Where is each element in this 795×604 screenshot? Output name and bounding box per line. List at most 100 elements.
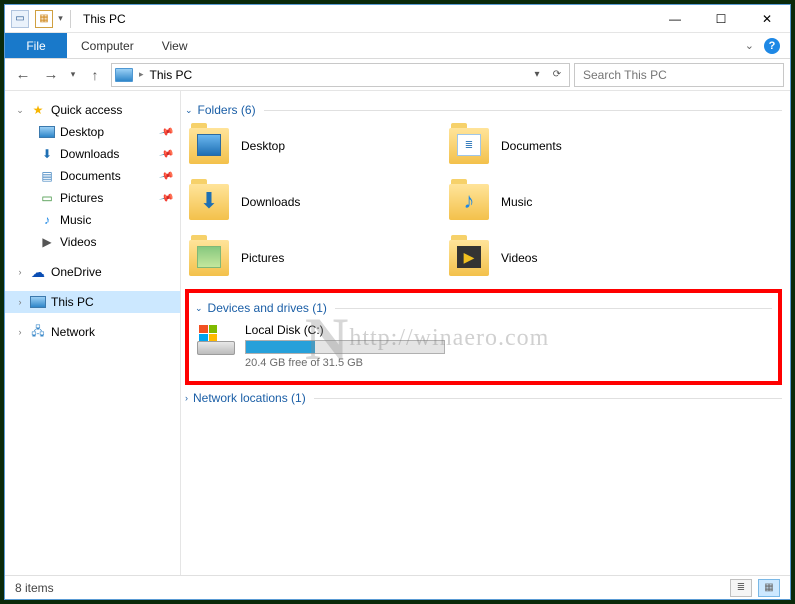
sidebar-item-label: OneDrive bbox=[51, 265, 102, 279]
status-bar: 8 items ≣ ▦ bbox=[5, 575, 790, 599]
tiles-view-button[interactable]: ▦ bbox=[758, 579, 780, 597]
qat-dropdown-icon[interactable]: ▾ bbox=[57, 15, 64, 22]
sidebar-network[interactable]: › 🖧 Network bbox=[5, 321, 180, 343]
sidebar-item-downloads[interactable]: ⬇ Downloads 📌 bbox=[5, 143, 180, 165]
folder-icon bbox=[189, 128, 229, 164]
chevron-down-icon: ⌄ bbox=[185, 105, 193, 116]
folder-music[interactable]: ♪ Music bbox=[449, 181, 699, 223]
drive-local-disk-c[interactable]: Local Disk (C:) 20.4 GB free of 31.5 GB bbox=[197, 323, 770, 369]
folder-label: Videos bbox=[501, 251, 537, 265]
address-dropdown-icon[interactable]: ▾ bbox=[528, 66, 546, 84]
drive-icon bbox=[197, 323, 235, 355]
search-input[interactable] bbox=[581, 67, 777, 83]
sidebar-item-label: Videos bbox=[60, 235, 96, 249]
sidebar-item-label: Pictures bbox=[60, 191, 103, 205]
folder-pictures[interactable]: Pictures bbox=[189, 237, 439, 279]
this-pc-icon bbox=[30, 296, 46, 308]
windows-logo-icon bbox=[199, 325, 217, 341]
refresh-icon[interactable]: ⟳ bbox=[548, 66, 566, 84]
folder-icon: ♪ bbox=[449, 184, 489, 220]
ribbon: File Computer View ⌄ ? bbox=[5, 33, 790, 59]
this-pc-icon bbox=[115, 68, 133, 82]
up-button[interactable]: ↑ bbox=[83, 63, 107, 87]
minimize-button[interactable]: — bbox=[652, 5, 698, 33]
folder-label: Music bbox=[501, 195, 532, 209]
content-pane: ⌄ Folders (6) Desktop ≣ Documents ⬇ bbox=[181, 91, 790, 575]
group-header-drives[interactable]: ⌄ Devices and drives (1) bbox=[195, 301, 772, 315]
chevron-down-icon: ⌄ bbox=[195, 303, 203, 314]
pin-icon: 📌 bbox=[158, 146, 174, 162]
maximize-button[interactable]: ☐ bbox=[698, 5, 744, 33]
folder-videos[interactable]: ▶ Videos bbox=[449, 237, 699, 279]
sidebar-quick-access[interactable]: ⌄ ★ Quick access bbox=[5, 99, 180, 121]
sidebar-this-pc[interactable]: › This PC bbox=[5, 291, 180, 313]
folder-icon: ⬇ bbox=[189, 184, 229, 220]
collapse-ribbon-icon[interactable]: ⌄ bbox=[745, 39, 754, 52]
folder-label: Pictures bbox=[241, 251, 284, 265]
sidebar-item-music[interactable]: ♪ Music bbox=[5, 209, 180, 231]
address-bar[interactable]: ▸ This PC ▾ ⟳ bbox=[111, 63, 570, 87]
network-icon: 🖧 bbox=[30, 324, 46, 340]
chevron-right-icon: › bbox=[185, 393, 188, 403]
sidebar-item-label: Quick access bbox=[51, 103, 122, 117]
group-title: Network locations (1) bbox=[193, 391, 306, 405]
folder-documents[interactable]: ≣ Documents bbox=[449, 125, 699, 167]
sidebar-item-label: Documents bbox=[60, 169, 121, 183]
sidebar-item-documents[interactable]: ▤ Documents 📌 bbox=[5, 165, 180, 187]
properties-icon[interactable]: ▭ bbox=[11, 10, 29, 28]
sidebar-onedrive[interactable]: › ☁ OneDrive bbox=[5, 261, 180, 283]
group-header-folders[interactable]: ⌄ Folders (6) bbox=[185, 103, 782, 117]
folder-label: Documents bbox=[501, 139, 562, 153]
breadcrumb[interactable]: This PC bbox=[150, 68, 193, 82]
body: ⌄ ★ Quick access Desktop 📌 ⬇ Downloads 📌… bbox=[5, 91, 790, 575]
help-icon[interactable]: ? bbox=[764, 38, 780, 54]
chevron-right-icon[interactable]: › bbox=[15, 267, 25, 277]
navigation-pane: ⌄ ★ Quick access Desktop 📌 ⬇ Downloads 📌… bbox=[5, 91, 181, 575]
folder-icon: ▶ bbox=[449, 240, 489, 276]
drive-free-text: 20.4 GB free of 31.5 GB bbox=[245, 357, 770, 369]
download-icon: ⬇ bbox=[39, 146, 55, 162]
chevron-right-icon[interactable]: › bbox=[15, 327, 25, 337]
file-tab[interactable]: File bbox=[5, 33, 67, 58]
folder-downloads[interactable]: ⬇ Downloads bbox=[189, 181, 439, 223]
folder-label: Desktop bbox=[241, 139, 285, 153]
chevron-right-icon[interactable]: › bbox=[15, 297, 25, 307]
group-title: Devices and drives (1) bbox=[208, 301, 327, 315]
picture-icon: ▭ bbox=[39, 190, 55, 206]
sidebar-item-desktop[interactable]: Desktop 📌 bbox=[5, 121, 180, 143]
chevron-down-icon[interactable]: ⌄ bbox=[15, 105, 25, 116]
capacity-bar bbox=[245, 340, 445, 354]
pin-icon: 📌 bbox=[158, 124, 174, 140]
window-controls: — ☐ ✕ bbox=[652, 5, 790, 33]
item-count: 8 items bbox=[15, 581, 54, 595]
folder-desktop[interactable]: Desktop bbox=[189, 125, 439, 167]
new-folder-icon[interactable]: ▦ bbox=[35, 10, 53, 28]
titlebar: ▭ ▦ ▾ This PC — ☐ ✕ bbox=[5, 5, 790, 33]
quick-access-toolbar: ▭ ▦ ▾ bbox=[11, 10, 71, 28]
group-header-network[interactable]: › Network locations (1) bbox=[185, 391, 782, 405]
sidebar-item-label: Network bbox=[51, 325, 95, 339]
document-icon: ▤ bbox=[39, 168, 55, 184]
breadcrumb-sep-icon: ▸ bbox=[139, 69, 144, 80]
sidebar-item-label: Desktop bbox=[60, 125, 104, 139]
drive-name: Local Disk (C:) bbox=[245, 323, 770, 337]
close-button[interactable]: ✕ bbox=[744, 5, 790, 33]
sidebar-item-videos[interactable]: ▶ Videos bbox=[5, 231, 180, 253]
forward-button[interactable]: → bbox=[39, 63, 63, 87]
sidebar-item-label: Downloads bbox=[60, 147, 119, 161]
highlight-box: ⌄ Devices and drives (1) Local Disk (C:) bbox=[185, 289, 782, 385]
music-icon: ♪ bbox=[39, 212, 55, 228]
pin-icon: 📌 bbox=[158, 168, 174, 184]
desktop-icon bbox=[39, 126, 55, 138]
history-dropdown-icon[interactable]: ▾ bbox=[67, 63, 79, 87]
pin-icon: 📌 bbox=[158, 190, 174, 206]
back-button[interactable]: ← bbox=[11, 63, 35, 87]
details-view-button[interactable]: ≣ bbox=[730, 579, 752, 597]
cloud-icon: ☁ bbox=[30, 264, 46, 280]
sidebar-item-pictures[interactable]: ▭ Pictures 📌 bbox=[5, 187, 180, 209]
star-icon: ★ bbox=[30, 102, 46, 118]
search-box[interactable] bbox=[574, 63, 784, 87]
tab-view[interactable]: View bbox=[148, 33, 202, 58]
tab-computer[interactable]: Computer bbox=[67, 33, 148, 58]
folders-grid: Desktop ≣ Documents ⬇ Downloads ♪ Music bbox=[189, 125, 782, 279]
